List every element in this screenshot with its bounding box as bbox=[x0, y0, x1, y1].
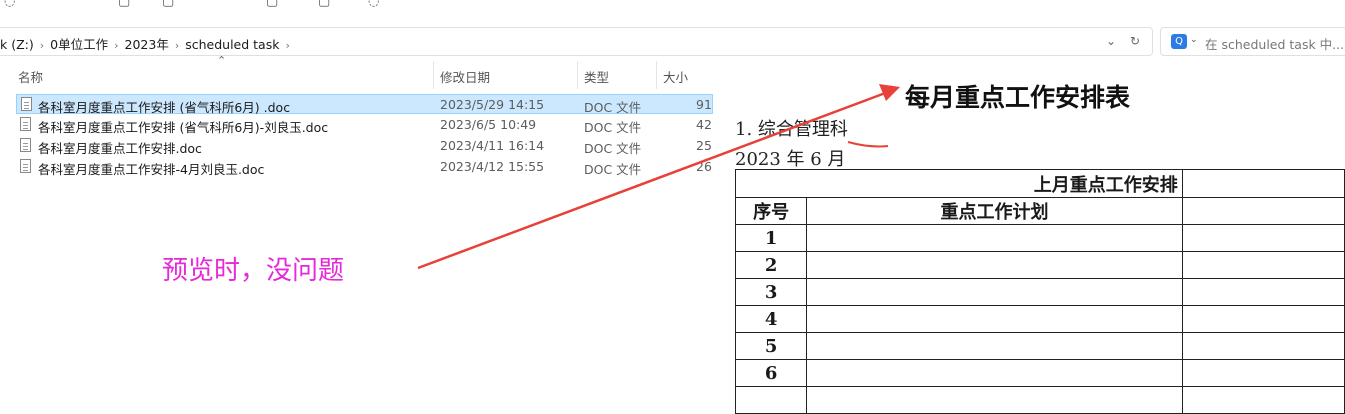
annotation-arrow-line bbox=[417, 90, 889, 270]
annotation-arrow bbox=[417, 84, 900, 270]
annotation-arrowhead bbox=[879, 84, 900, 101]
annotation-text: 预览时，没问题 bbox=[162, 256, 345, 286]
annotation-underline bbox=[847, 141, 889, 148]
